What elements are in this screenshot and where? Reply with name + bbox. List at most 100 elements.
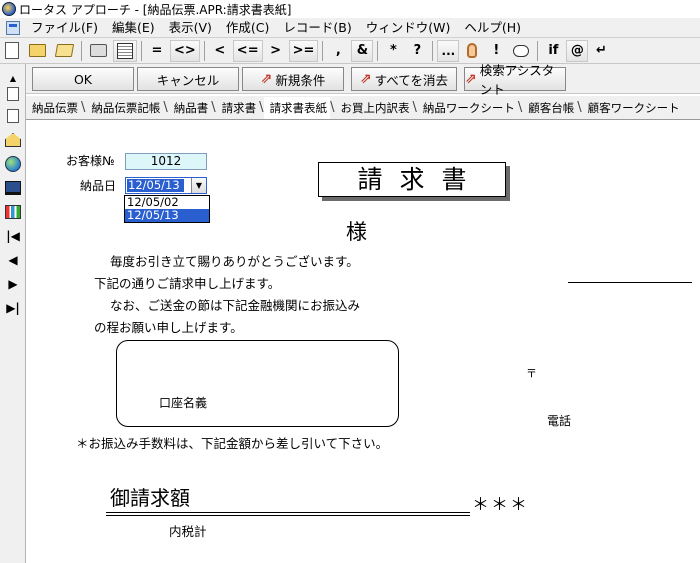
greeting-line-1: 毎度お引き立て賜りありがとうございます。: [110, 254, 359, 269]
document-window-icon[interactable]: [6, 20, 20, 35]
tab-invoice-cover[interactable]: 請求書表紙: [263, 96, 331, 119]
find-arrow-icon: ⇗: [260, 71, 273, 87]
next-record-button[interactable]: ▶: [3, 274, 23, 294]
home-button[interactable]: [3, 130, 23, 150]
honorific-text: 様: [346, 220, 367, 244]
menu-help[interactable]: ヘルプ(H): [457, 18, 528, 38]
layout-icon[interactable]: [3, 84, 23, 104]
menu-edit[interactable]: 編集(E): [105, 18, 162, 38]
menu-window[interactable]: ウィンドウ(W): [359, 18, 458, 38]
find-command-bar: OK キャンセル ⇗ 新規条件 ⇗ すべてを消去 ⇗ 検索アシスタント: [26, 63, 700, 97]
greater-equal-button[interactable]: >=: [288, 39, 319, 62]
menu-record[interactable]: レコード(B): [276, 18, 358, 38]
browse-button[interactable]: [3, 178, 23, 198]
account-holder-label: 口座名義: [159, 396, 208, 410]
new-document-icon: [5, 42, 19, 59]
app-icon[interactable]: [2, 2, 16, 16]
toolbar-separator: [432, 40, 434, 61]
print-button[interactable]: [86, 40, 111, 62]
prev-record-icon: ◀: [8, 253, 18, 267]
transfer-fee-note: ＊お振込み手数料は、下記金額から差し引いて下さい。: [76, 436, 389, 451]
amount-underline: [106, 512, 470, 513]
last-record-icon: ▶|: [6, 301, 20, 315]
delivery-date-value: 12/05/13: [127, 179, 184, 192]
sounds-like-button[interactable]: [461, 40, 483, 62]
customer-no-field[interactable]: 1012: [125, 153, 207, 170]
address-underline: [568, 282, 692, 283]
postal-mark: 〒: [526, 367, 537, 380]
billing-amount-label: 御請求額: [110, 486, 190, 510]
browse-folder-button[interactable]: [52, 40, 77, 62]
ear-icon: [467, 43, 478, 58]
wildcard-star-button[interactable]: *: [382, 40, 404, 62]
tab-delivery-worksheet[interactable]: 納品ワークシート: [417, 97, 518, 119]
dropdown-arrow-icon[interactable]: ▼: [191, 178, 206, 193]
document-title: 請求書: [318, 162, 506, 197]
last-record-button[interactable]: ▶|: [3, 298, 23, 318]
ampersand-button[interactable]: &: [351, 39, 374, 62]
new-condition-button[interactable]: ⇗ 新規条件: [242, 67, 344, 91]
sheet-icon: [7, 109, 19, 123]
preview-icon: [117, 42, 133, 59]
new-file-button[interactable]: [1, 40, 23, 62]
greeting-line-2: 下記の通りご請求申し上げます。: [94, 276, 281, 291]
window-title: ロータス アプローチ - [納品伝票.APR:請求書表紙]: [19, 2, 292, 17]
less-equal-button[interactable]: <=: [232, 39, 263, 62]
date-dropdown-list: 12/05/02 12/05/13: [124, 195, 210, 223]
cancel-button[interactable]: キャンセル: [137, 67, 239, 91]
home-icon: [5, 133, 21, 147]
tab-delivery-note[interactable]: 納品書: [168, 97, 212, 119]
tab-customer-ledger[interactable]: 顧客台帳: [522, 97, 577, 119]
folder-icon: [54, 44, 75, 57]
tab-purchase-breakdown[interactable]: お買上内訳表: [334, 97, 412, 119]
help-button[interactable]: [3, 154, 23, 174]
wildcard-question-button[interactable]: ?: [406, 40, 428, 62]
new-condition-label: 新規条件: [275, 72, 326, 88]
first-record-button[interactable]: |◀: [3, 226, 23, 246]
left-toolbar: ▲ |◀ ◀ ▶ ▶|: [0, 64, 26, 563]
prev-record-button[interactable]: ◀: [3, 250, 23, 270]
open-folder-icon: [29, 44, 46, 57]
title-bar: ロータス アプローチ - [納品伝票.APR:請求書表紙]: [0, 0, 700, 18]
dup-button[interactable]: [509, 40, 533, 62]
range-button[interactable]: ...: [437, 39, 460, 62]
ok-button[interactable]: OK: [32, 67, 134, 91]
greeting-line-4: の程お願い申し上げます。: [94, 320, 243, 335]
delivery-date-combo[interactable]: 12/05/13 ▼: [125, 177, 207, 194]
worksheet-icon[interactable]: [3, 106, 23, 126]
toolbar-separator: [203, 40, 205, 61]
open-folder-button[interactable]: [25, 40, 50, 62]
find-arrow-icon: ⇗: [465, 71, 477, 87]
tab-delivery-slip-entry[interactable]: 納品伝票記帳: [85, 97, 163, 119]
less-than-button[interactable]: <: [209, 40, 231, 62]
tab-invoice[interactable]: 請求書: [216, 97, 260, 119]
clear-all-button[interactable]: ⇗ すべてを消去: [351, 67, 457, 91]
not-equal-button[interactable]: <>: [170, 39, 200, 62]
greater-than-button[interactable]: >: [265, 40, 287, 62]
date-option-selected[interactable]: 12/05/13: [125, 209, 209, 222]
enter-button[interactable]: ↵: [590, 40, 612, 62]
toolbar-separator: [537, 40, 539, 61]
tab-customer-worksheet[interactable]: 顧客ワークシート: [582, 97, 683, 119]
comma-button[interactable]: ,: [327, 40, 349, 62]
cloud-icon: [513, 44, 530, 57]
toolbar-separator: [81, 40, 82, 61]
globe-help-icon: [5, 156, 21, 172]
menu-bar: ファイル(F) 編集(E) 表示(V) 作成(C) レコード(B) ウィンドウ(…: [0, 18, 700, 38]
menu-file[interactable]: ファイル(F): [24, 18, 105, 38]
phone-label: 電話: [547, 414, 572, 428]
find-assistant-button[interactable]: ⇗ 検索アシスタント: [464, 63, 566, 97]
toolbar-separator: [322, 40, 324, 61]
toolbar: = <> < <= > >= , & * ? ... ! if @ ↵: [0, 38, 700, 64]
equals-button[interactable]: =: [146, 40, 168, 62]
if-button[interactable]: if: [542, 40, 564, 62]
at-button[interactable]: @: [566, 39, 589, 62]
billing-amount-value: ＊＊＊: [472, 495, 529, 515]
menu-view[interactable]: 表示(V): [162, 18, 219, 38]
print-preview-button[interactable]: [113, 39, 137, 62]
menu-create[interactable]: 作成(C): [219, 18, 276, 38]
clear-all-label: すべてを消去: [374, 72, 449, 88]
chart-button[interactable]: [3, 202, 23, 222]
tab-delivery-slip[interactable]: 納品伝票: [26, 97, 81, 119]
exclamation-button[interactable]: !: [485, 40, 507, 62]
